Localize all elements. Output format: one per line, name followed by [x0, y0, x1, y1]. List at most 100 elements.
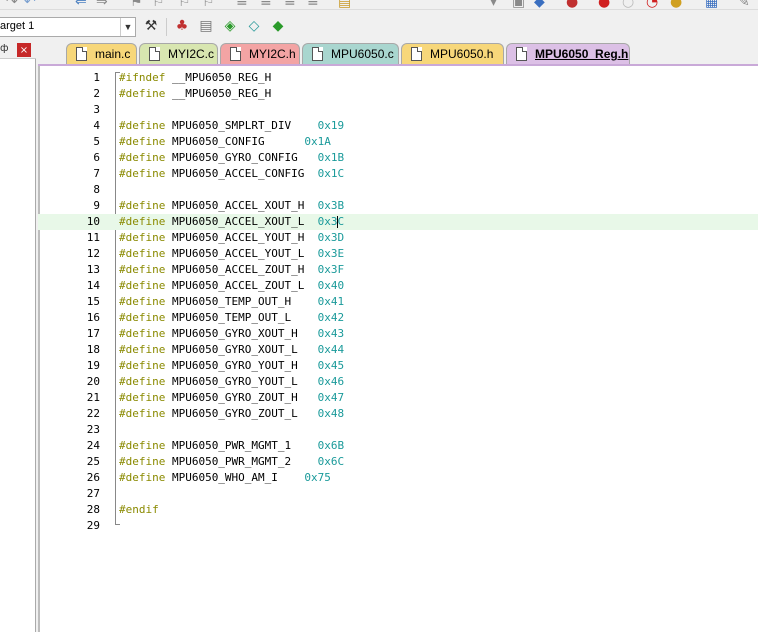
- next-bookmark-icon[interactable]: ⚐: [178, 0, 191, 9]
- code-line[interactable]: 24 #define MPU6050_PWR_MGMT_1 0x6B: [38, 438, 758, 454]
- code-text: #define MPU6050_GYRO_YOUT_H 0x45: [119, 358, 344, 374]
- code-line[interactable]: 14 #define MPU6050_ACCEL_ZOUT_L 0x40: [38, 278, 758, 294]
- code-line[interactable]: 5 #define MPU6050_CONFIG 0x1A: [38, 134, 758, 150]
- code-line[interactable]: 19 #define MPU6050_GYRO_YOUT_H 0x45: [38, 358, 758, 374]
- pack-installer-icon[interactable]: ◆: [268, 16, 288, 36]
- code-line[interactable]: 26 #define MPU6050_WHO_AM_I 0x75: [38, 470, 758, 486]
- line-number: 2: [93, 87, 100, 100]
- code-line[interactable]: 9 #define MPU6050_ACCEL_XOUT_H 0x3B: [38, 198, 758, 214]
- code-line[interactable]: 25 #define MPU6050_PWR_MGMT_2 0x6C: [38, 454, 758, 470]
- code-text: #define MPU6050_ACCEL_ZOUT_L 0x40: [119, 278, 344, 294]
- arrow-down-icon[interactable]: ◆: [534, 0, 545, 9]
- tab-mpu6050-h[interactable]: MPU6050.h: [401, 43, 504, 64]
- line-number: 11: [86, 231, 100, 244]
- uncomment-icon[interactable]: ≡: [307, 0, 319, 9]
- line-number: 10: [86, 215, 100, 228]
- nav-forward-icon[interactable]: ⇒: [96, 0, 108, 9]
- redo-icon[interactable]: ↷: [6, 0, 18, 9]
- tab-mpu6050-reg-h[interactable]: MPU6050_Reg.h: [506, 43, 630, 64]
- code-text: #define MPU6050_ACCEL_ZOUT_H 0x3F: [119, 262, 344, 278]
- breakpoint-icon[interactable]: ●: [598, 0, 610, 9]
- code-line[interactable]: 4 #define MPU6050_SMPLRT_DIV 0x19: [38, 118, 758, 134]
- code-line[interactable]: 21 #define MPU6050_GYRO_ZOUT_H 0x47: [38, 390, 758, 406]
- run-time-environment-icon[interactable]: ◈: [220, 16, 240, 36]
- line-number: 21: [86, 391, 100, 404]
- disable-breakpoint-icon[interactable]: ○: [622, 0, 634, 9]
- code-line[interactable]: 27: [38, 486, 758, 502]
- tab-main-c[interactable]: main.c: [66, 43, 137, 64]
- code-line[interactable]: 6 #define MPU6050_GYRO_CONFIG 0x1B: [38, 150, 758, 166]
- code-line[interactable]: 10 #define MPU6050_ACCEL_XOUT_L 0x3C: [38, 214, 758, 230]
- line-number: 20: [86, 375, 100, 388]
- browse-icon[interactable]: ▣: [512, 0, 525, 9]
- code-line[interactable]: 20 #define MPU6050_GYRO_YOUT_L 0x46: [38, 374, 758, 390]
- code-line[interactable]: 11 #define MPU6050_ACCEL_YOUT_H 0x3D: [38, 230, 758, 246]
- file-extensions-icon[interactable]: ♣: [172, 16, 192, 36]
- debug-icon[interactable]: ●: [566, 0, 578, 9]
- code-editor[interactable]: 1 #ifndef __MPU6050_REG_H 2 #define __MPU6050…: [38, 64, 758, 632]
- select-packs-icon[interactable]: ◇: [244, 16, 264, 36]
- window-layout-icon[interactable]: ▦: [705, 0, 718, 9]
- hex-value: 0x1B: [317, 151, 345, 164]
- code-line[interactable]: 1 #ifndef __MPU6050_REG_H: [38, 70, 758, 86]
- indent-icon[interactable]: ≡: [236, 0, 248, 9]
- macro-name: MPU6050_ACCEL_ZOUT_L: [171, 279, 305, 292]
- code-line[interactable]: 7 #define MPU6050_ACCEL_CONFIG 0x1C: [38, 166, 758, 182]
- file-icon: [76, 47, 87, 61]
- hex-value: 0x1A: [304, 135, 331, 148]
- line-number: 19: [86, 359, 100, 372]
- nav-back-icon[interactable]: ⇐: [75, 0, 87, 9]
- target-options-icon[interactable]: ⚒: [141, 16, 161, 36]
- undo-icon[interactable]: ↶: [24, 0, 36, 9]
- disable-all-icon[interactable]: ●: [670, 0, 682, 9]
- line-number: 1: [93, 71, 100, 84]
- code-line[interactable]: 16 #define MPU6050_TEMP_OUT_L 0x42: [38, 310, 758, 326]
- hex-value: 0x19: [317, 119, 345, 132]
- close-icon[interactable]: ×: [17, 43, 31, 57]
- code-line[interactable]: 12 #define MPU6050_ACCEL_YOUT_L 0x3E: [38, 246, 758, 262]
- unindent-icon[interactable]: ≡: [260, 0, 272, 9]
- code-text: #define __MPU6050_REG_H: [119, 86, 271, 102]
- code-line[interactable]: 23: [38, 422, 758, 438]
- hex-value: 0x43: [317, 327, 345, 340]
- hex-value: 0x40: [317, 279, 345, 292]
- tab-myi2c-h[interactable]: MYI2C.h: [220, 43, 300, 64]
- code-line[interactable]: 22 #define MPU6050_GYRO_ZOUT_L 0x48: [38, 406, 758, 422]
- preprocessor-keyword: #define: [119, 439, 166, 452]
- comment-icon[interactable]: ≡: [284, 0, 296, 9]
- code-line[interactable]: 3: [38, 102, 758, 118]
- target-select[interactable]: arget 1 ▼: [0, 17, 136, 37]
- tab-mpu6050-c[interactable]: MPU6050.c: [302, 43, 399, 64]
- code-text: #endif: [119, 502, 159, 518]
- tab-myi2c-c[interactable]: MYI2C.c: [139, 43, 218, 64]
- code-line[interactable]: 28 #endif: [38, 502, 758, 518]
- line-number: 6: [93, 151, 100, 164]
- tools-icon[interactable]: ✎: [738, 0, 750, 9]
- line-number: 24: [86, 439, 100, 452]
- code-line[interactable]: 17 #define MPU6050_GYRO_XOUT_H 0x43: [38, 326, 758, 342]
- bookmark-icon[interactable]: ⚑: [130, 0, 143, 9]
- hex-value: 0x6B: [317, 439, 345, 452]
- code-line[interactable]: 2 #define __MPU6050_REG_H: [38, 86, 758, 102]
- code-line[interactable]: 29: [38, 518, 758, 534]
- preprocessor-keyword: #define: [119, 295, 166, 308]
- kill-breakpoints-icon[interactable]: ◔: [646, 0, 658, 9]
- code-line[interactable]: 18 #define MPU6050_GYRO_XOUT_L 0x44: [38, 342, 758, 358]
- preprocessor-keyword: #define: [119, 87, 166, 100]
- code-line[interactable]: 13 #define MPU6050_ACCEL_ZOUT_H 0x3F: [38, 262, 758, 278]
- chevron-down-icon[interactable]: ▼: [120, 18, 135, 36]
- prev-bookmark-icon[interactable]: ⚐: [152, 0, 165, 9]
- code-text: #define MPU6050_GYRO_XOUT_H 0x43: [119, 326, 344, 342]
- find-in-files-icon[interactable]: ▤: [338, 0, 351, 9]
- code-line[interactable]: 8: [38, 182, 758, 198]
- hex-value: 0x3F: [317, 263, 345, 276]
- clear-bookmarks-icon[interactable]: ⚐: [202, 0, 215, 9]
- dropdown-arrow-icon[interactable]: ▾: [490, 0, 497, 9]
- pin-icon[interactable]: ф: [0, 43, 9, 54]
- code-line[interactable]: 15 #define MPU6050_TEMP_OUT_H 0x41: [38, 294, 758, 310]
- hex-value: 0x1C: [317, 167, 345, 180]
- macro-name: MPU6050_GYRO_XOUT_L: [171, 343, 298, 356]
- line-number: 15: [86, 295, 100, 308]
- manage-components-icon[interactable]: ▤: [196, 16, 216, 36]
- editor-tabs: main.c MYI2C.c MYI2C.h MPU6050.c MPU6050…: [38, 42, 758, 64]
